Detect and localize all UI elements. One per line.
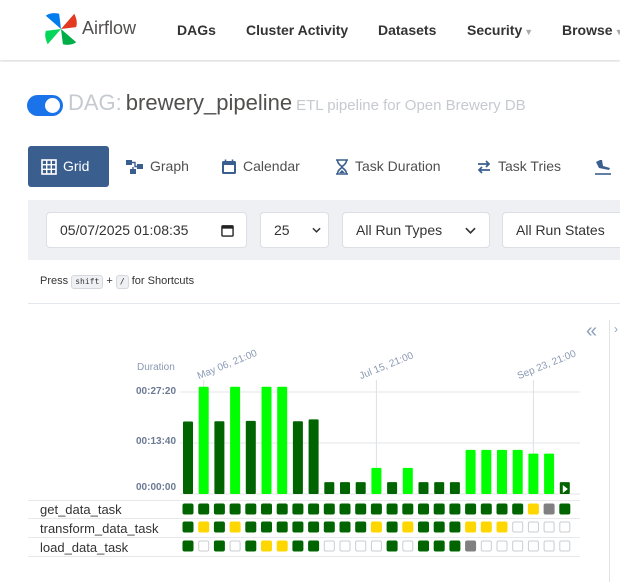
graph-icon <box>126 160 143 174</box>
nav-datasets[interactable]: Datasets <box>378 22 436 38</box>
row-divider <box>28 500 580 501</box>
nav-security[interactable]: Security ▼ <box>467 22 533 38</box>
dag-active-toggle[interactable] <box>27 95 63 116</box>
plane-landing-icon <box>595 160 611 175</box>
row-divider <box>28 556 580 557</box>
y-tick-label: 00:27:20 <box>136 386 177 397</box>
nav-cluster-activity[interactable]: Cluster Activity <box>246 22 348 38</box>
calendar-picker-icon[interactable] <box>221 224 234 237</box>
tab-task-duration-label: Task Duration <box>355 158 441 174</box>
y-tick-label: 00:13:40 <box>136 436 177 447</box>
top-navbar: Airflow DAGs Cluster Activity Datasets S… <box>0 0 620 60</box>
run-types-value: All Run Types <box>356 222 443 238</box>
panel-divider[interactable] <box>609 320 610 582</box>
row-divider <box>28 518 580 519</box>
task-name-transform-data[interactable]: transform_data_task <box>40 521 159 536</box>
shortcut-suffix: for Shortcuts <box>131 275 195 287</box>
run-states-value: All Run States <box>516 222 605 238</box>
nav-browse-label: Browse <box>562 22 613 38</box>
dag-name: brewery_pipeline <box>125 90 293 115</box>
tab-graph[interactable]: Graph <box>126 146 189 187</box>
task-name-get-data[interactable]: get_data_task <box>40 502 122 517</box>
dag-description: ETL pipeline for Open Brewery DB <box>296 97 526 114</box>
base-date-input[interactable]: 05/07/2025 01:08:35 <box>46 212 247 248</box>
chevron-down-icon: ▼ <box>614 27 620 37</box>
collapse-grid-icon[interactable]: « <box>586 320 597 343</box>
hourglass-icon <box>336 159 348 175</box>
nav-dags[interactable]: DAGs <box>177 22 216 38</box>
shortcut-press: Press <box>40 275 69 287</box>
tab-calendar-label: Calendar <box>243 158 300 174</box>
num-runs-value: 25 <box>274 222 290 238</box>
tab-graph-label: Graph <box>150 158 189 174</box>
shortcut-plus: + <box>106 275 113 287</box>
section-divider <box>28 303 620 304</box>
shortcuts-hint: Press shift + / for Shortcuts <box>40 275 194 289</box>
exchange-icon <box>477 160 491 174</box>
tab-grid-label: Grid <box>63 158 90 174</box>
details-panel-edge: › <box>614 322 618 336</box>
chevron-down-icon: ▼ <box>524 27 534 37</box>
dag-title: DAG: brewery_pipeline ETL pipeline for Ope… <box>68 90 526 116</box>
tab-calendar[interactable]: Calendar <box>221 146 300 187</box>
shortcut-key-shift: shift <box>71 275 104 289</box>
chevron-down-icon <box>465 227 476 234</box>
nav-browse[interactable]: Browse ▼ <box>562 22 620 38</box>
run-types-select[interactable]: All Run Types <box>342 212 490 248</box>
chevron-down-icon <box>312 227 321 233</box>
tab-landing-times[interactable] <box>594 146 618 187</box>
nav-security-label: Security <box>467 22 523 38</box>
brand-name[interactable]: Airflow <box>82 18 136 39</box>
airflow-logo-icon[interactable] <box>42 10 80 48</box>
base-date-value: 05/07/2025 01:08:35 <box>60 222 189 238</box>
dag-prefix: DAG: <box>68 90 122 115</box>
filter-bar: 05/07/2025 01:08:35 25 All Run Types All… <box>28 200 620 260</box>
tab-task-tries[interactable]: Task Tries <box>476 146 561 187</box>
shortcut-key-slash: / <box>115 275 129 289</box>
calendar-icon <box>222 159 236 174</box>
y-tick-label: 00:00:00 <box>136 482 177 493</box>
duration-axis-label: Duration <box>137 362 175 373</box>
run-states-select[interactable]: All Run States <box>502 212 620 248</box>
tab-task-duration[interactable]: Task Duration <box>335 146 441 187</box>
task-name-load-data[interactable]: load_data_task <box>40 540 128 555</box>
num-runs-select[interactable]: 25 <box>260 212 329 248</box>
tab-grid[interactable]: Grid <box>28 146 109 187</box>
toggle-knob <box>45 98 60 113</box>
grid-icon <box>41 159 57 175</box>
row-divider <box>28 537 580 538</box>
tab-task-tries-label: Task Tries <box>498 158 562 174</box>
